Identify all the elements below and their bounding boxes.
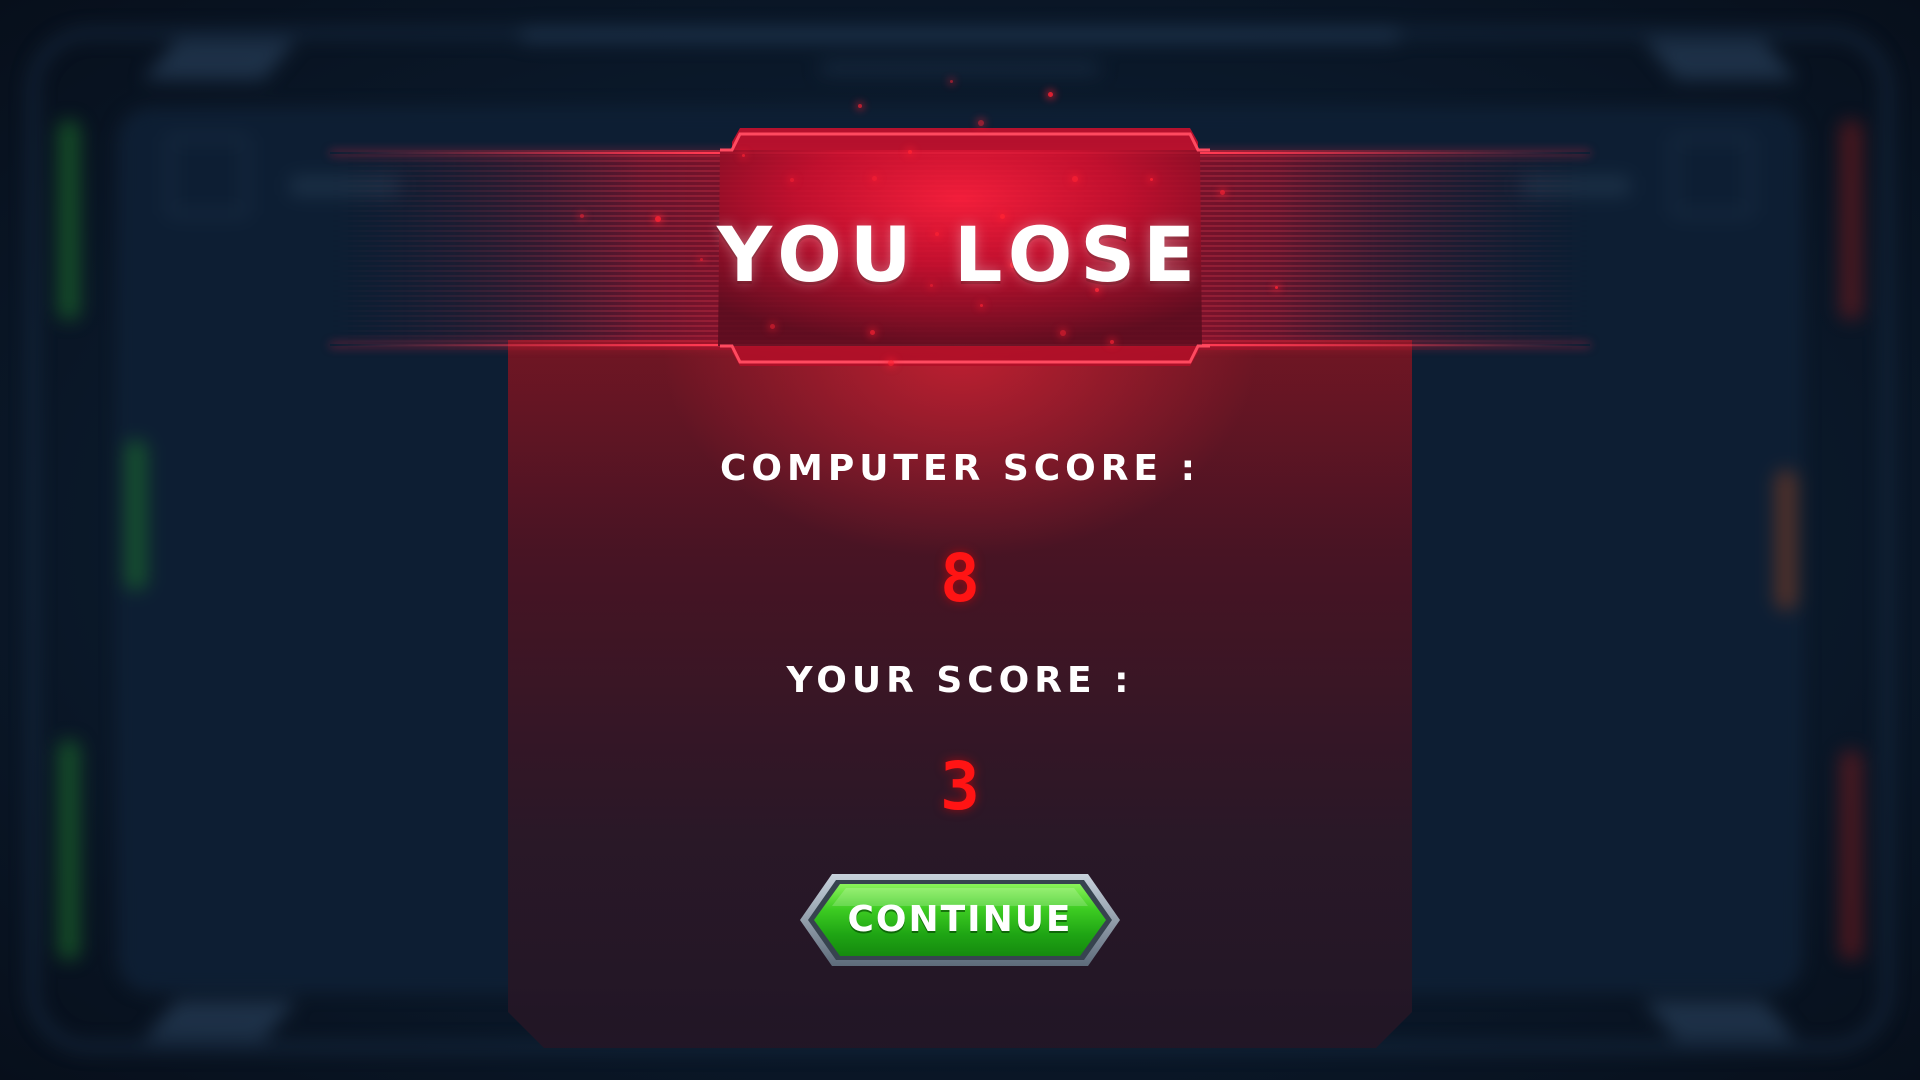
background-tile <box>168 136 248 216</box>
computer-score-value: 8 <box>940 540 980 617</box>
background-tile <box>1672 136 1752 216</box>
background-subtitle-bar <box>820 62 1100 74</box>
continue-button[interactable]: CONTINUE <box>798 872 1122 968</box>
computer-score-label: COMPUTER SCORE : <box>719 448 1201 489</box>
background-top-bar <box>520 28 1400 42</box>
result-title: YOU LOSE <box>716 210 1204 299</box>
continue-button-label: CONTINUE <box>847 899 1073 940</box>
player-score-label: YOUR SCORE : <box>786 660 1134 701</box>
player-score-value: 3 <box>940 748 980 825</box>
